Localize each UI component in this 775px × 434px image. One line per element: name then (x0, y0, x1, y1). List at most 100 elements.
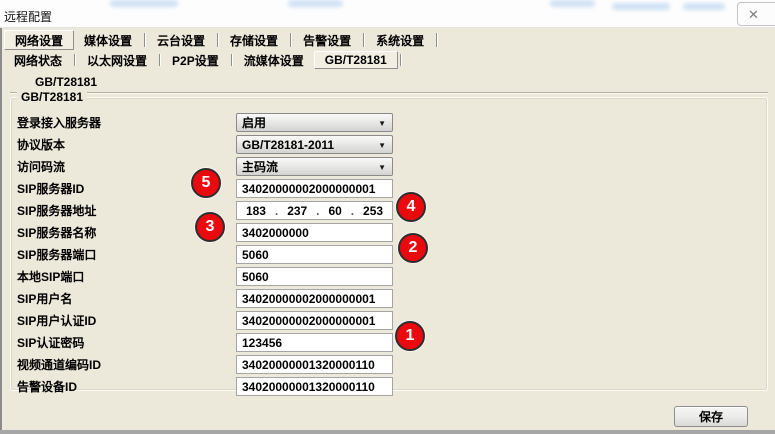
tab-label: 以太网设置 (87, 52, 147, 69)
tab-label: 存储设置 (230, 32, 278, 49)
field-label: SIP服务器地址 (17, 203, 96, 219)
ip-dot: . (275, 204, 278, 218)
field-label: 访问码流 (17, 159, 65, 175)
field-label: SIP服务器端口 (17, 247, 96, 263)
form-row: 本地SIP端口 (11, 267, 769, 287)
field-label: SIP用户名 (17, 291, 72, 307)
tab-network-settings[interactable]: 网络设置 (4, 30, 74, 50)
field-label: 视频通道编码ID (17, 357, 101, 373)
tab-label: 云台设置 (157, 32, 205, 49)
ip-octet: 237 (287, 204, 307, 218)
tab-bar-level2: 网络状态 以太网设置 P2P设置 流媒体设置 GB/T28181 (4, 51, 403, 69)
background-blur-artifact (288, 0, 343, 7)
field-label: 本地SIP端口 (17, 269, 84, 285)
field-label: 告警设备ID (17, 379, 77, 395)
form-row: SIP用户名 (11, 289, 769, 309)
form-row: SIP服务器名称 (11, 223, 769, 243)
window-title: 远程配置 (4, 8, 52, 25)
sip-server-port-input[interactable] (236, 245, 393, 264)
gbt28181-groupbox: GB/T28181 登录接入服务器 启用 ▼ 协议版本 GB/T28181-20… (10, 97, 768, 391)
tab-media-settings[interactable]: 媒体设置 (74, 30, 142, 50)
tab-bar-level1: 网络设置 媒体设置 云台设置 存储设置 告警设置 系统设置 (4, 30, 439, 50)
local-sip-port-input[interactable] (236, 267, 393, 286)
tab-separator (159, 54, 160, 66)
tab-separator (290, 33, 291, 47)
title-bar: 远程配置 ✕ (0, 0, 775, 28)
protocol-version-select[interactable]: GB/T28181-2011 ▼ (236, 135, 393, 154)
groupbox-legend: GB/T28181 (17, 90, 87, 104)
tab-streaming-media-settings[interactable]: 流媒体设置 (234, 51, 314, 69)
tab-label: P2P设置 (172, 52, 219, 69)
background-blur-artifact (550, 0, 595, 7)
chevron-down-icon: ▼ (378, 141, 386, 150)
annotation-badge-4: 4 (396, 192, 426, 222)
field-label: SIP用户认证ID (17, 313, 96, 329)
annotation-badge-3: 3 (195, 212, 225, 242)
field-label: SIP服务器名称 (17, 225, 96, 241)
form-row: 访问码流 主码流 ▼ (11, 157, 769, 177)
tab-separator (217, 33, 218, 47)
form-row: 视频通道编码ID (11, 355, 769, 375)
dialog-body: 网络设置 媒体设置 云台设置 存储设置 告警设置 系统设置 网络状态 以太网设置… (0, 28, 775, 430)
tab-storage-settings[interactable]: 存储设置 (220, 30, 288, 50)
video-channel-id-input[interactable] (236, 355, 393, 374)
sip-username-input[interactable] (236, 289, 393, 308)
chevron-down-icon: ▼ (378, 119, 386, 128)
background-blur-artifact (683, 3, 725, 10)
form-row: SIP服务器端口 (11, 245, 769, 265)
tab-separator (400, 54, 401, 66)
field-label: SIP服务器ID (17, 181, 84, 197)
tab-label: 告警设置 (303, 32, 351, 49)
form-row: 登录接入服务器 启用 ▼ (11, 113, 769, 133)
close-icon: ✕ (748, 7, 759, 23)
form-row: SIP服务器ID (11, 179, 769, 199)
close-button[interactable]: ✕ (737, 2, 775, 26)
tab-separator (144, 33, 145, 47)
annotation-badge-2: 2 (398, 233, 428, 263)
tab-alarm-settings[interactable]: 告警设置 (293, 30, 361, 50)
login-server-select[interactable]: 启用 ▼ (236, 113, 393, 132)
background-blur-artifact (612, 3, 670, 10)
field-label: SIP认证密码 (17, 335, 84, 351)
chevron-down-icon: ▼ (378, 163, 386, 172)
tab-gbt28181[interactable]: GB/T28181 (314, 51, 398, 69)
sip-server-name-input[interactable] (236, 223, 393, 242)
tab-label: 网络设置 (15, 32, 63, 49)
tab-label: GB/T28181 (325, 53, 387, 67)
tab-network-status[interactable]: 网络状态 (4, 51, 72, 69)
save-button[interactable]: 保存 (674, 406, 748, 427)
sip-server-address-input[interactable]: 183 . 237 . 60 . 253 (236, 201, 393, 220)
page-header: GB/T28181 (35, 75, 97, 89)
background-blur-artifact (110, 0, 178, 7)
form-row: 协议版本 GB/T28181-2011 ▼ (11, 135, 769, 155)
remote-config-dialog: 远程配置 ✕ 网络设置 媒体设置 云台设置 存储设置 告警设置 系统设置 网络状… (0, 0, 775, 430)
tab-separator (231, 54, 232, 66)
sip-user-auth-id-input[interactable] (236, 311, 393, 330)
tab-p2p-settings[interactable]: P2P设置 (162, 51, 229, 69)
window-bottom-edge (0, 430, 775, 434)
tab-separator (363, 33, 364, 47)
sip-auth-password-input[interactable] (236, 333, 393, 352)
annotation-badge-5: 5 (191, 168, 221, 198)
form-row: 告警设备ID (11, 377, 769, 397)
tab-ptz-settings[interactable]: 云台设置 (147, 30, 215, 50)
annotation-badge-1: 1 (395, 321, 425, 351)
select-value: 启用 (242, 114, 266, 131)
tab-ethernet-settings[interactable]: 以太网设置 (77, 51, 157, 69)
sip-server-id-input[interactable] (236, 179, 393, 198)
tab-system-settings[interactable]: 系统设置 (366, 30, 434, 50)
field-label: 协议版本 (17, 137, 65, 153)
tab-separator (74, 54, 75, 66)
access-stream-select[interactable]: 主码流 ▼ (236, 157, 393, 176)
tab-label: 媒体设置 (84, 32, 132, 49)
form-row: SIP认证密码 (11, 333, 769, 353)
tab-label: 网络状态 (14, 52, 62, 69)
select-value: GB/T28181-2011 (242, 138, 334, 152)
form-row: SIP用户认证ID (11, 311, 769, 331)
ip-dot: . (351, 204, 354, 218)
field-label: 登录接入服务器 (17, 115, 101, 131)
ip-octet: 183 (246, 204, 266, 218)
alarm-device-id-input[interactable] (236, 377, 393, 396)
ip-octet: 60 (328, 204, 341, 218)
form-row: SIP服务器地址 183 . 237 . 60 . 253 (11, 201, 769, 221)
